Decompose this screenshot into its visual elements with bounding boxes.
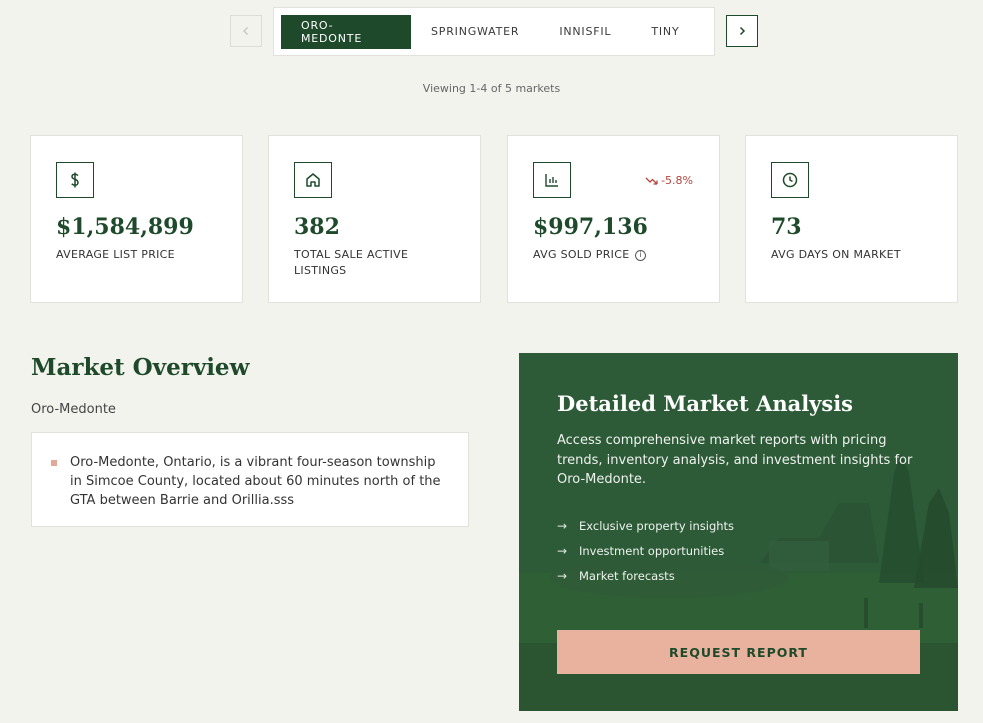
- pagination-status: Viewing 1-4 of 5 markets: [422, 82, 561, 95]
- stat-card-avg-sold-price: -5.8% $997,136 AVG SOLD PRICE i: [507, 135, 720, 303]
- arrow-right-icon: →: [557, 543, 568, 558]
- stat-value: 73: [771, 214, 802, 240]
- dollar-icon: [56, 162, 94, 198]
- request-report-button[interactable]: REQUEST REPORT: [557, 630, 920, 674]
- stat-card-average-list-price: $1,584,899 AVERAGE LIST PRICE: [30, 135, 243, 303]
- chevron-left-icon: [243, 27, 248, 35]
- stat-card-days-on-market: 73 AVG DAYS ON MARKET: [745, 135, 958, 303]
- feature-item: → Investment opportunities: [557, 538, 734, 563]
- panel-title: Detailed Market Analysis: [557, 391, 853, 416]
- stat-label-row: AVG SOLD PRICE i: [533, 247, 699, 263]
- bullet-marker: [51, 460, 57, 466]
- feature-item: → Exclusive property insights: [557, 513, 734, 538]
- tab-innisfil[interactable]: INNISFIL: [539, 15, 631, 49]
- info-icon[interactable]: i: [635, 249, 647, 261]
- overview-card: Oro-Medonte, Ontario, is a vibrant four-…: [31, 432, 469, 527]
- chevron-right-icon: [739, 26, 746, 36]
- stat-label: TOTAL SALE ACTIVE LISTINGS: [294, 248, 409, 277]
- feature-label: Investment opportunities: [579, 543, 725, 558]
- stat-value: $1,584,899: [56, 214, 194, 240]
- arrow-right-icon: →: [557, 568, 568, 583]
- stat-card-active-listings: 382 TOTAL SALE ACTIVE LISTINGS: [268, 135, 481, 303]
- section-title: Market Overview: [31, 354, 250, 381]
- section-subtitle: Oro-Medonte: [31, 402, 116, 417]
- feature-label: Exclusive property insights: [579, 518, 735, 533]
- bar-chart-icon: [533, 162, 571, 198]
- arrow-right-icon: →: [557, 518, 568, 533]
- trending-down-icon: [645, 177, 658, 185]
- feature-list: → Exclusive property insights → Investment…: [557, 513, 734, 588]
- market-tabs: ORO-MEDONTE SPRINGWATER INNISFIL TINY: [273, 7, 715, 56]
- stat-label: AVG SOLD PRICE: [533, 248, 630, 261]
- overview-text: Oro-Medonte, Ontario, is a vibrant four-…: [70, 455, 441, 508]
- home-icon: [294, 162, 332, 198]
- tab-tiny[interactable]: TINY: [631, 15, 699, 49]
- stat-label: AVERAGE LIST PRICE: [56, 248, 175, 261]
- stat-value: 382: [294, 214, 340, 240]
- next-market-button[interactable]: [726, 15, 758, 47]
- tab-springwater[interactable]: SPRINGWATER: [411, 15, 539, 49]
- prev-market-button[interactable]: [230, 15, 262, 47]
- tab-oro-medonte[interactable]: ORO-MEDONTE: [281, 14, 411, 49]
- stat-value: $997,136: [533, 214, 648, 240]
- feature-item: → Market forecasts: [557, 563, 734, 588]
- clock-icon: [771, 162, 809, 198]
- trend-badge: -5.8%: [645, 174, 693, 187]
- stat-label: AVG DAYS ON MARKET: [771, 248, 901, 261]
- panel-description: Access comprehensive market reports with…: [557, 433, 913, 487]
- trend-value: -5.8%: [661, 174, 693, 187]
- feature-label: Market forecasts: [579, 568, 675, 583]
- market-analysis-panel: Detailed Market Analysis Access comprehe…: [519, 353, 958, 711]
